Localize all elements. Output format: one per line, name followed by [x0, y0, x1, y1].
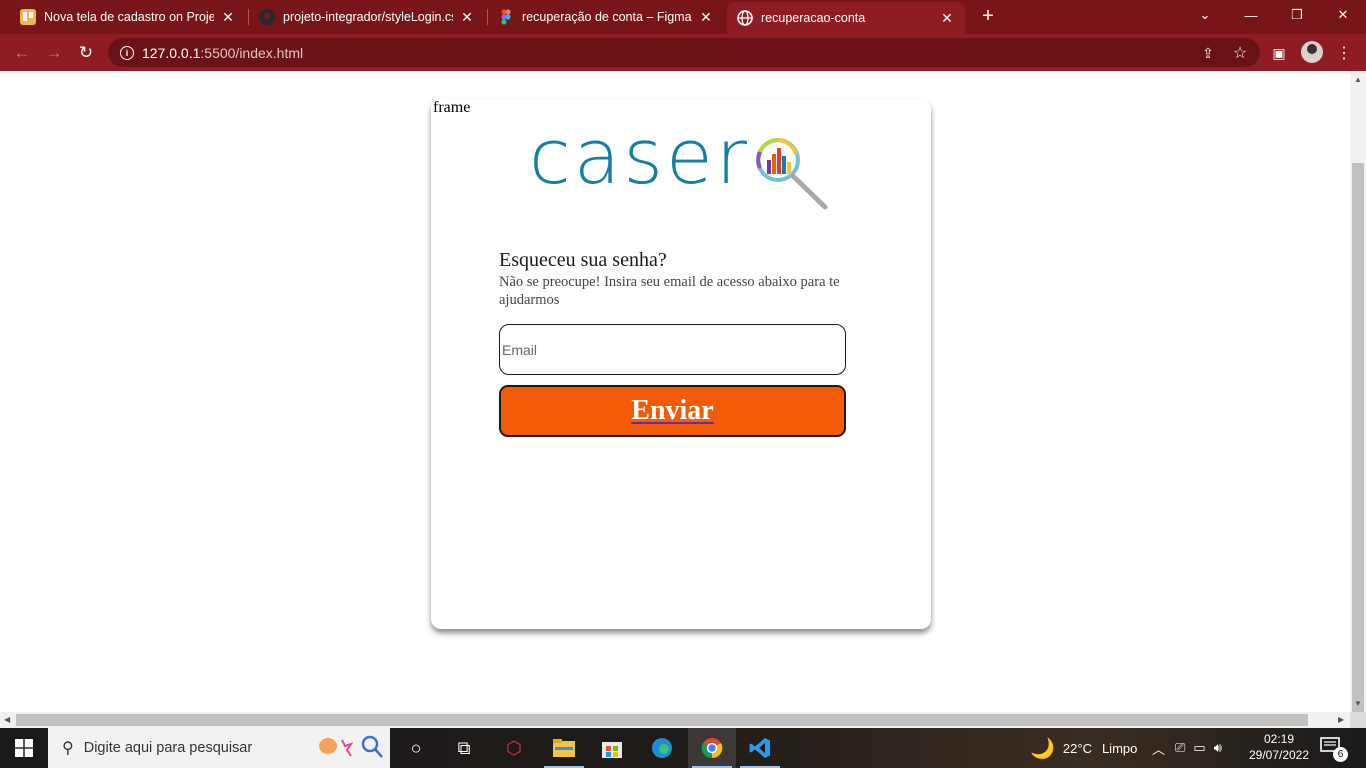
weather-temp: 22°C: [1062, 740, 1092, 756]
help-text: Não se preocupe! Insira seu email de ace…: [499, 274, 840, 308]
vertical-scrollbar[interactable]: ▲ ▼: [1350, 71, 1366, 731]
task-view-icon[interactable]: ⧉: [440, 728, 488, 768]
send-button-label: Enviar: [631, 395, 714, 426]
share-icon[interactable]: ⇪: [1195, 40, 1221, 66]
horizontal-scrollbar-thumb[interactable]: [16, 714, 1308, 726]
notification-center-button[interactable]: 6: [1320, 736, 1348, 762]
system-tray: ︿ ⎚ ▭ 🔊︎: [1152, 728, 1222, 768]
weather-widget[interactable]: 🌙 22°C Limpo: [1030, 728, 1137, 768]
figma-icon: [498, 9, 514, 25]
microsoft-store-icon[interactable]: [588, 728, 636, 768]
scrollbar-corner: [1350, 712, 1366, 728]
scroll-right-icon[interactable]: ▶: [1338, 715, 1344, 724]
tab-title: Nova tela de cadastro on Projeto: [44, 10, 214, 24]
url-path: :5500/index.html: [200, 44, 304, 61]
bookmark-star-icon[interactable]: ☆: [1227, 40, 1253, 66]
casero-logo: caser: [529, 112, 834, 216]
tab-title: recuperação de conta – Figma: [522, 10, 692, 24]
battery-icon[interactable]: ▭: [1193, 740, 1205, 756]
address-bar[interactable]: i 127.0.0.1:5500/index.html: [108, 38, 1260, 67]
search-highlight-icon: [319, 735, 383, 758]
side-panel-icon[interactable]: ▣: [1266, 40, 1292, 66]
logo-text: caser: [529, 112, 750, 201]
github-icon: [259, 9, 275, 25]
search-icon: ⚲: [62, 740, 74, 757]
meet-now-icon[interactable]: ⎚: [1175, 740, 1185, 756]
tab-trello[interactable]: Nova tela de cadastro on Projeto ✕: [10, 0, 246, 34]
windows-taskbar: ⚲ Digite aqui para pesquisar ○ ⧉ ⬡ 🌙 22°…: [0, 728, 1366, 768]
close-icon[interactable]: ✕: [220, 9, 236, 26]
scroll-up-icon[interactable]: ▲: [1354, 75, 1362, 84]
url-host: 127.0.0.1: [142, 44, 201, 61]
taskbar-clock[interactable]: 02:19 29/07/2022: [1246, 731, 1312, 763]
close-icon[interactable]: ✕: [459, 9, 475, 26]
scroll-down-icon[interactable]: ▼: [1354, 699, 1362, 708]
trello-icon: [20, 9, 36, 25]
profile-avatar[interactable]: [1301, 41, 1323, 63]
file-explorer-icon[interactable]: [540, 728, 588, 768]
clock-date: 29/07/2022: [1248, 748, 1310, 762]
app-red-icon[interactable]: ⬡: [490, 728, 538, 768]
notification-badge: 6: [1333, 747, 1348, 762]
tab-search-icon[interactable]: ⌄: [1182, 0, 1228, 30]
minimize-button[interactable]: —: [1228, 0, 1274, 30]
tab-github[interactable]: projeto-integrador/styleLogin.css ✕: [249, 0, 485, 34]
page-title: Esqueceu sua senha?: [499, 249, 667, 271]
taskbar-search-placeholder: Digite aqui para pesquisar: [83, 740, 253, 756]
tab-recuperacao-conta[interactable]: recuperacao-conta ✕: [727, 2, 965, 34]
tab-figma[interactable]: recuperação de conta – Figma ✕: [488, 0, 724, 34]
vertical-scrollbar-thumb[interactable]: [1352, 163, 1364, 731]
cortana-icon[interactable]: ○: [392, 728, 440, 768]
horizontal-scrollbar[interactable]: ◀ ▶: [0, 712, 1350, 728]
recovery-card: frame caser Esqueceu sua senha? Não se p…: [431, 99, 931, 629]
tray-chevron-up-icon[interactable]: ︿: [1152, 739, 1165, 758]
weather-desc: Limpo: [1101, 740, 1138, 756]
new-tab-button[interactable]: +: [976, 4, 1000, 28]
tab-title: recuperacao-conta: [761, 11, 866, 25]
windows-logo-icon: [15, 739, 33, 757]
windows-start-button[interactable]: [0, 728, 48, 768]
chrome-icon[interactable]: [688, 728, 736, 768]
email-field[interactable]: [499, 324, 846, 375]
tab-title: projeto-integrador/styleLogin.css: [283, 10, 453, 24]
close-icon[interactable]: ✕: [939, 10, 955, 27]
vscode-icon[interactable]: [736, 728, 784, 768]
close-window-button[interactable]: ✕: [1320, 0, 1366, 30]
edge-icon[interactable]: [638, 728, 686, 768]
menu-kebab-icon[interactable]: ⋮: [1331, 40, 1357, 66]
speaker-icon[interactable]: 🔊︎: [1214, 740, 1222, 756]
globe-icon: [737, 10, 753, 26]
restore-button[interactable]: ❐: [1274, 0, 1320, 30]
scroll-left-icon[interactable]: ◀: [4, 715, 10, 724]
moon-icon: 🌙: [1030, 737, 1055, 760]
browser-tab-bar: Nova tela de cadastro on Projeto ✕ proje…: [0, 0, 1366, 34]
frame-label: frame: [433, 99, 471, 116]
info-icon[interactable]: i: [120, 45, 134, 60]
clock-time: 02:19: [1263, 732, 1295, 746]
send-button[interactable]: Enviar: [499, 385, 846, 437]
close-icon[interactable]: ✕: [698, 9, 714, 26]
forward-icon[interactable]: →: [41, 40, 67, 66]
back-icon[interactable]: ←: [9, 40, 35, 66]
taskbar-search[interactable]: ⚲ Digite aqui para pesquisar: [48, 728, 390, 768]
browser-toolbar: ← → ↻ i 127.0.0.1:5500/index.html ⇪ ☆ ▣ …: [0, 34, 1366, 71]
page-viewport: frame caser Esqueceu sua senha? Não se p…: [0, 71, 1350, 712]
reload-icon[interactable]: ↻: [73, 40, 99, 66]
magnifier-chart-icon: [756, 138, 828, 210]
